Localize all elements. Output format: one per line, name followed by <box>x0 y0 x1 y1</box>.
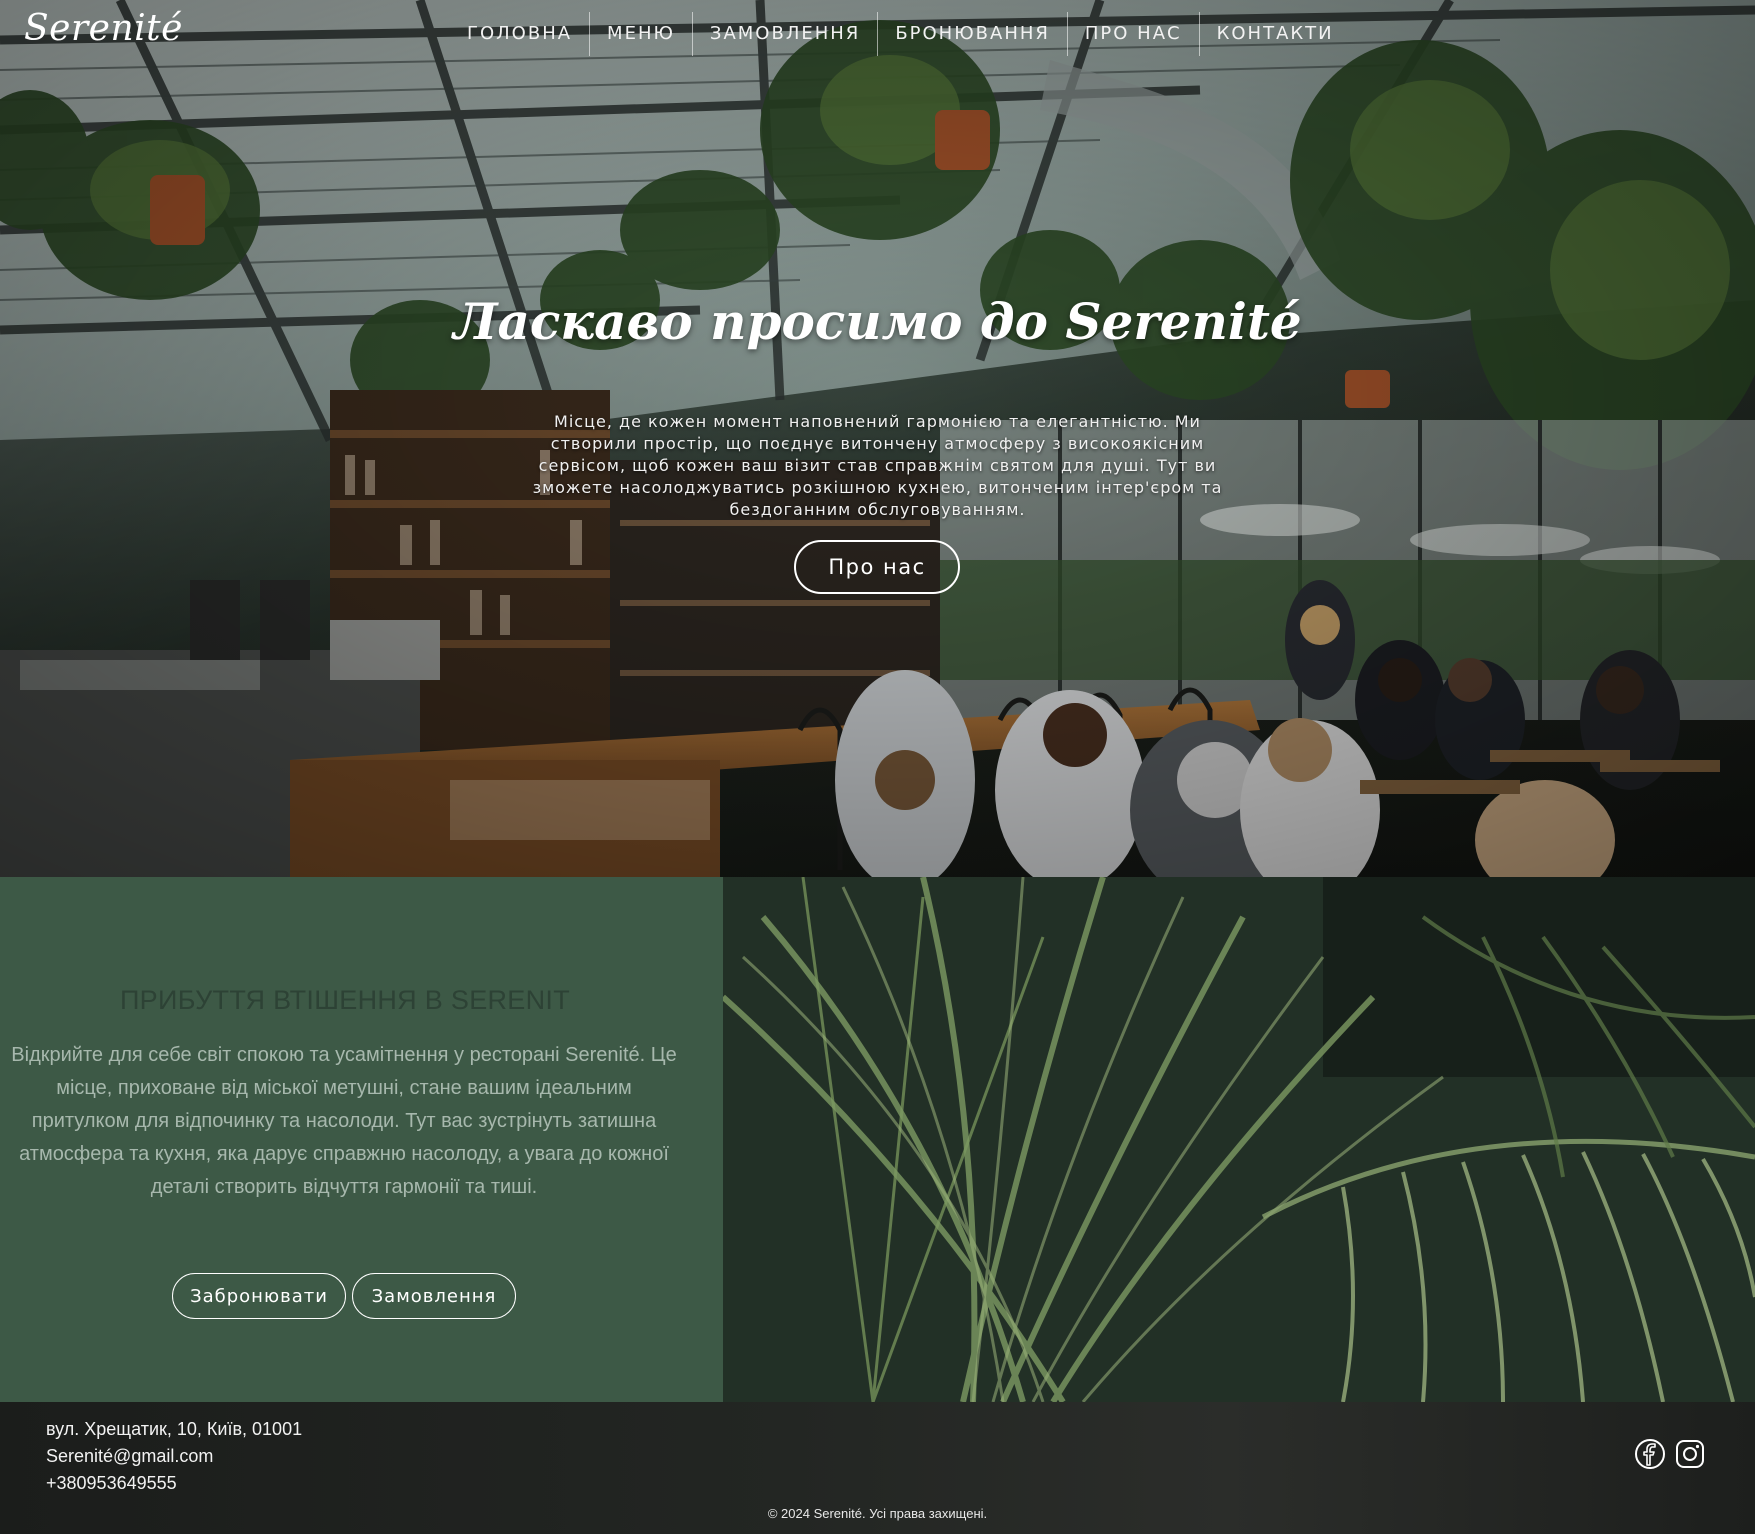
nav-item-about[interactable]: ПРО НАС <box>1068 12 1200 56</box>
about-description: Відкрийте для себе світ спокою та усаміт… <box>11 1044 677 1198</box>
footer-address: вул. Хрещатик, 10, Київ, 01001 <box>46 1419 303 1439</box>
nav-item-orders[interactable]: ЗАМОВЛЕННЯ <box>693 12 879 56</box>
main-nav: ГОЛОВНА МЕНЮ ЗАМОВЛЕННЯ БРОНЮВАННЯ ПРО Н… <box>450 12 1351 56</box>
contact-info: вул. Хрещатик, 10, Київ, 01001 Serenité@… <box>46 1416 302 1497</box>
footer: вул. Хрещатик, 10, Київ, 01001 Serenité@… <box>0 1402 1755 1534</box>
palm-leaves-image <box>723 877 1755 1402</box>
hero-section: Serenité ГОЛОВНА МЕНЮ ЗАМОВЛЕННЯ БРОНЮВА… <box>0 0 1755 877</box>
nav-item-booking[interactable]: БРОНЮВАННЯ <box>878 12 1068 56</box>
about-section: ПРИБУТТЯ ВТІШЕННЯ В SERENIT Відкрийте дл… <box>0 877 723 1402</box>
footer-email[interactable]: Serenité@gmail.com <box>46 1443 302 1470</box>
instagram-icon[interactable] <box>1674 1438 1706 1470</box>
hero-description: Місце, де кожен момент наповнений гармон… <box>532 412 1223 519</box>
logo[interactable]: Serenité <box>24 8 183 49</box>
footer-phone[interactable]: +380953649555 <box>46 1470 302 1497</box>
order-button[interactable]: Замовлення <box>352 1273 516 1319</box>
hero-title: Ласкаво просимо до Serenité <box>453 292 1302 351</box>
copyright: © 2024 Serenité. Усі права захищені. <box>767 1506 988 1521</box>
facebook-icon[interactable] <box>1634 1438 1666 1470</box>
nav-item-home[interactable]: ГОЛОВНА <box>450 12 591 56</box>
book-button[interactable]: Забронювати <box>172 1273 346 1319</box>
nav-item-menu[interactable]: МЕНЮ <box>590 12 693 56</box>
about-title: ПРИБУТТЯ ВТІШЕННЯ В SERENIT <box>119 985 571 1015</box>
about-buttons: Забронювати Замовлення <box>172 1273 516 1319</box>
nav-item-contacts[interactable]: КОНТАКТИ <box>1200 12 1351 56</box>
about-us-button[interactable]: Про нас <box>794 540 960 594</box>
